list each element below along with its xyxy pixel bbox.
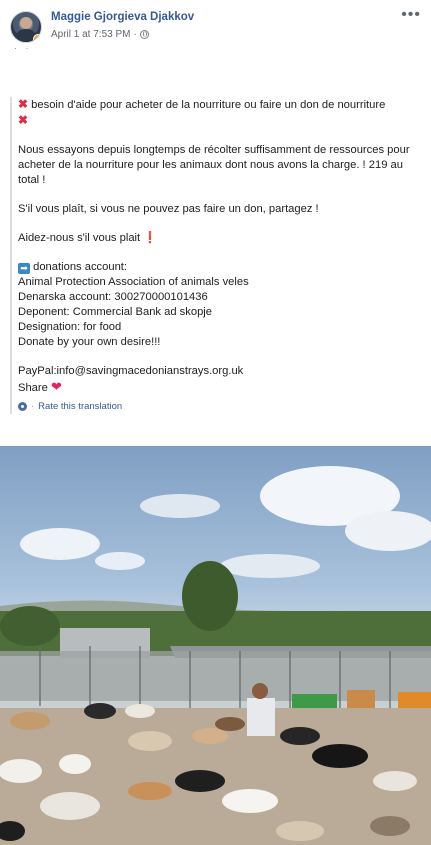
post-timestamp[interactable]: April 1 at 7:53 PM <box>51 29 130 40</box>
donation-line: Deponent: Commercial Bank ad skopje <box>18 306 213 318</box>
cloud <box>95 552 145 570</box>
photo-scene <box>0 466 431 845</box>
meta-separator: · <box>133 29 137 40</box>
donations-header: donations account: <box>33 261 128 273</box>
donation-line: Animal Protection Association of animals… <box>18 276 249 288</box>
donation-line: Donate by your own desire!!! <box>18 336 161 348</box>
post-header: Maggie Gjorgieva Djakkov April 1 at 7:53… <box>0 0 431 60</box>
cloud <box>220 554 320 578</box>
author-avatar[interactable] <box>10 11 42 43</box>
donations-block: ➡ donations account: Animal Protection A… <box>18 260 415 350</box>
share-text: Share <box>18 382 48 394</box>
post-paragraph-2: Nous essayons depuis longtemps de récolt… <box>18 144 410 186</box>
right-arrow-icon: ➡ <box>18 263 30 274</box>
avatar-face <box>20 17 32 29</box>
cross-mark-icon: ✖ <box>18 113 29 127</box>
translation-separator: · <box>31 401 35 412</box>
post-text: ✖ besoin d'aide pour acheter de la nourr… <box>10 97 415 414</box>
post-paragraph-1: ✖ besoin d'aide pour acheter de la nourr… <box>18 97 415 129</box>
donation-line: Designation: for food <box>18 321 122 333</box>
author-name[interactable]: Maggie Gjorgieva Djakkov <box>51 11 194 23</box>
help-text: Aidez-nous s'il vous plait <box>18 232 141 244</box>
cross-mark-icon: ✖ <box>18 97 29 111</box>
tree <box>0 606 60 646</box>
cloud <box>140 494 220 518</box>
person-head <box>252 683 268 699</box>
heart-icon: ❤ <box>50 379 62 394</box>
cloud <box>20 528 100 560</box>
post-photo[interactable] <box>0 446 431 845</box>
paypal-block: PayPal:info@savingmacedonianstrays.org.u… <box>18 364 415 396</box>
gear-icon[interactable] <box>18 402 27 411</box>
post-paragraph-3: S'il vous plaît, si vous ne pouvez pas f… <box>18 203 319 215</box>
donation-line: Denarska account: 300270000101436 <box>18 291 208 303</box>
globe-icon[interactable] <box>139 30 149 39</box>
tree <box>182 561 238 631</box>
post-meta: April 1 at 7:53 PM · <box>51 29 149 40</box>
rate-translation-link[interactable]: Rate this translation <box>38 399 122 414</box>
post-paragraph-4: Aidez-nous s'il vous plait ❗ <box>18 231 415 246</box>
person <box>247 698 275 736</box>
exclamation-icon: ❗ <box>143 232 158 244</box>
more-options-icon[interactable]: ••• <box>401 7 421 23</box>
avatar-badge <box>33 34 41 42</box>
cloud <box>345 511 431 551</box>
paypal-line: PayPal:info@savingmacedonianstrays.org.u… <box>18 365 244 377</box>
translation-row: · Rate this translation <box>18 399 415 414</box>
decorative-dots: · · <box>14 43 32 53</box>
post-line-1: besoin d'aide pour acheter de la nourrit… <box>31 99 386 111</box>
